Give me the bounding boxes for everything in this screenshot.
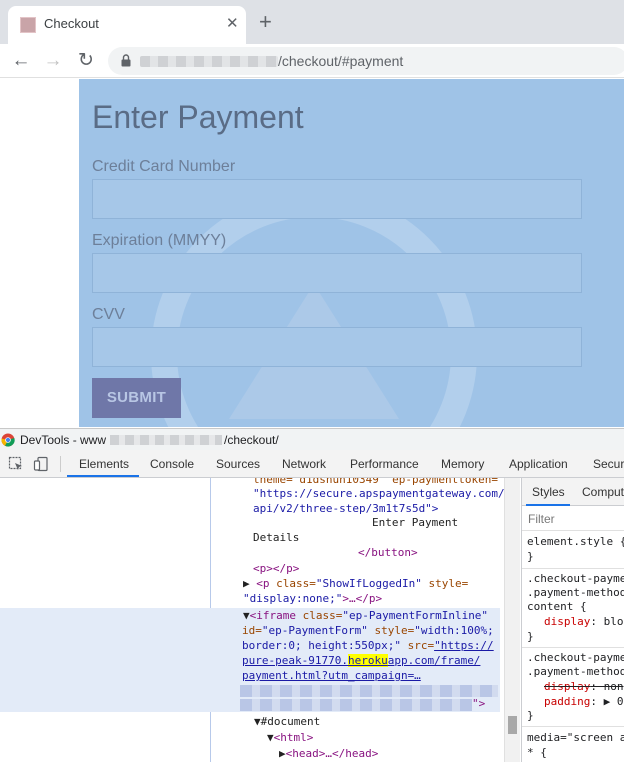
- style-declaration-overridden[interactable]: display: non: [544, 679, 623, 694]
- style-selector: content {: [527, 600, 587, 613]
- tab-styles[interactable]: Styles: [532, 485, 565, 499]
- dom-line[interactable]: <p></p>: [253, 561, 299, 576]
- devtools-tabbar: Elements Console Sources Network Perform…: [0, 450, 624, 478]
- dom-line[interactable]: ▶ <p class="ShowIfLoggedIn" style=: [243, 576, 468, 591]
- style-rule: }: [527, 630, 534, 643]
- toolbar-divider: [60, 456, 61, 472]
- style-rule: }: [527, 550, 534, 563]
- redacted-line: [240, 699, 472, 711]
- tab-application[interactable]: Application: [509, 457, 568, 471]
- forward-button[interactable]: →: [40, 48, 66, 74]
- chrome-icon: [1, 433, 15, 447]
- card-number-input[interactable]: [92, 179, 582, 219]
- elements-dom-tree[interactable]: theme="d1dshun10349" ep-paymenttoken= "h…: [0, 478, 520, 762]
- divider: [522, 647, 624, 648]
- dom-line-iframe[interactable]: ▼<iframe class="ep-PaymentFormInline": [243, 608, 488, 623]
- page-title: Enter Payment: [92, 99, 304, 135]
- scrollbar-thumb[interactable]: [508, 716, 517, 734]
- browser-tab-strip: Checkout ✕ +: [0, 0, 624, 44]
- expand-triangle-icon[interactable]: ▶: [243, 577, 250, 590]
- watermark-logo-icon: [151, 191, 477, 427]
- style-media: media="screen a: [527, 731, 624, 744]
- style-declaration[interactable]: display: blo: [544, 614, 623, 629]
- browser-tab[interactable]: Checkout ✕: [8, 6, 246, 44]
- address-bar[interactable]: /checkout/#payment: [108, 47, 624, 75]
- dom-scrollbar[interactable]: [504, 478, 520, 762]
- url-path: /checkout/#payment: [278, 53, 404, 69]
- device-toolbar-icon[interactable]: [33, 456, 49, 472]
- iframe-src-link[interactable]: "https://: [434, 639, 494, 652]
- search-match-highlight: heroku: [347, 654, 388, 667]
- devtools-title-redacted: [110, 435, 222, 445]
- dom-line[interactable]: ▶<head>…</head>: [279, 746, 378, 761]
- close-tab-icon[interactable]: ✕: [226, 15, 239, 33]
- tab-sources[interactable]: Sources: [216, 457, 260, 471]
- tab-computed[interactable]: Comput: [582, 485, 624, 499]
- cvv-label: CVV: [92, 306, 125, 323]
- tab-title: Checkout: [44, 16, 99, 31]
- style-declaration[interactable]: padding: ▶ 0: [544, 694, 623, 709]
- url-host-redacted: [140, 56, 278, 67]
- styles-tabbar: Styles Comput: [522, 478, 624, 506]
- dom-line: "display:none;">…</p>: [243, 592, 383, 605]
- browser-toolbar: ← → ↻ /checkout/#payment: [0, 44, 624, 78]
- devtools-titlebar: DevTools - www /checkout/: [0, 428, 624, 450]
- divider: [522, 726, 624, 727]
- active-styles-tab-indicator: [526, 504, 570, 506]
- style-selector: .checkout-payme: [527, 651, 624, 664]
- lock-icon: [121, 54, 131, 67]
- payment-form-highlight: Enter Payment Credit Card Number Expirat…: [79, 79, 624, 427]
- dom-line[interactable]: ▼<html>: [267, 730, 313, 745]
- tab-security[interactable]: Securi: [593, 457, 624, 471]
- dom-line: payment.html?utm_campaign=…: [242, 669, 421, 682]
- tab-memory[interactable]: Memory: [441, 457, 484, 471]
- cvv-input[interactable]: [92, 327, 582, 367]
- styles-pane: Styles Comput Filter element.style { } .…: [521, 478, 624, 762]
- reload-button[interactable]: ↻: [73, 48, 99, 74]
- site-favicon-icon: [20, 17, 36, 33]
- tab-network[interactable]: Network: [282, 457, 326, 471]
- dom-line: pure-peak-91770.herokuapp.com/frame/: [242, 654, 481, 667]
- dom-line: id="ep-PaymentForm" style="width:100%;: [242, 624, 494, 637]
- style-rule: element.style {: [527, 535, 624, 548]
- new-tab-button[interactable]: +: [259, 9, 272, 35]
- expiration-label: Expiration (MMYY): [92, 232, 227, 249]
- style-selector: .payment-method: [527, 586, 624, 599]
- divider: [522, 568, 624, 569]
- dom-line[interactable]: ▼#document: [254, 714, 320, 729]
- card-number-label: Credit Card Number: [92, 158, 236, 175]
- dom-line: </button>: [358, 546, 418, 559]
- back-button[interactable]: ←: [8, 48, 34, 74]
- page-viewport: Enter Payment Credit Card Number Expirat…: [0, 79, 624, 427]
- dom-line: Enter Payment: [372, 516, 459, 529]
- divider: [522, 530, 624, 531]
- redacted-line: [240, 685, 498, 697]
- tab-console[interactable]: Console: [150, 457, 194, 471]
- style-rule: }: [527, 709, 534, 722]
- style-selector: .checkout-payme: [527, 572, 624, 585]
- style-selector: .payment-method: [527, 665, 624, 678]
- dom-line: border:0; height:550px;" src="https://: [242, 639, 494, 652]
- active-tab-indicator: [67, 475, 139, 477]
- dom-line: Details: [253, 531, 300, 544]
- tab-performance[interactable]: Performance: [350, 457, 419, 471]
- styles-filter-input[interactable]: Filter: [528, 512, 555, 526]
- dom-line: "https://secure.apspaymentgateway.com/: [253, 487, 505, 500]
- devtools-title-path: /checkout/: [224, 433, 279, 447]
- devtools-title: DevTools - www: [20, 433, 107, 447]
- style-selector: * {: [527, 746, 547, 759]
- inspect-element-icon[interactable]: [8, 456, 24, 472]
- expiration-input[interactable]: [92, 253, 582, 293]
- dom-line: ">: [472, 697, 486, 710]
- submit-button[interactable]: SUBMIT: [92, 378, 181, 418]
- tab-elements[interactable]: Elements: [79, 457, 129, 471]
- collapse-triangle-icon[interactable]: ▼: [243, 609, 250, 622]
- dom-line: api/v2/three-step/3m1t7s5d">: [253, 502, 439, 515]
